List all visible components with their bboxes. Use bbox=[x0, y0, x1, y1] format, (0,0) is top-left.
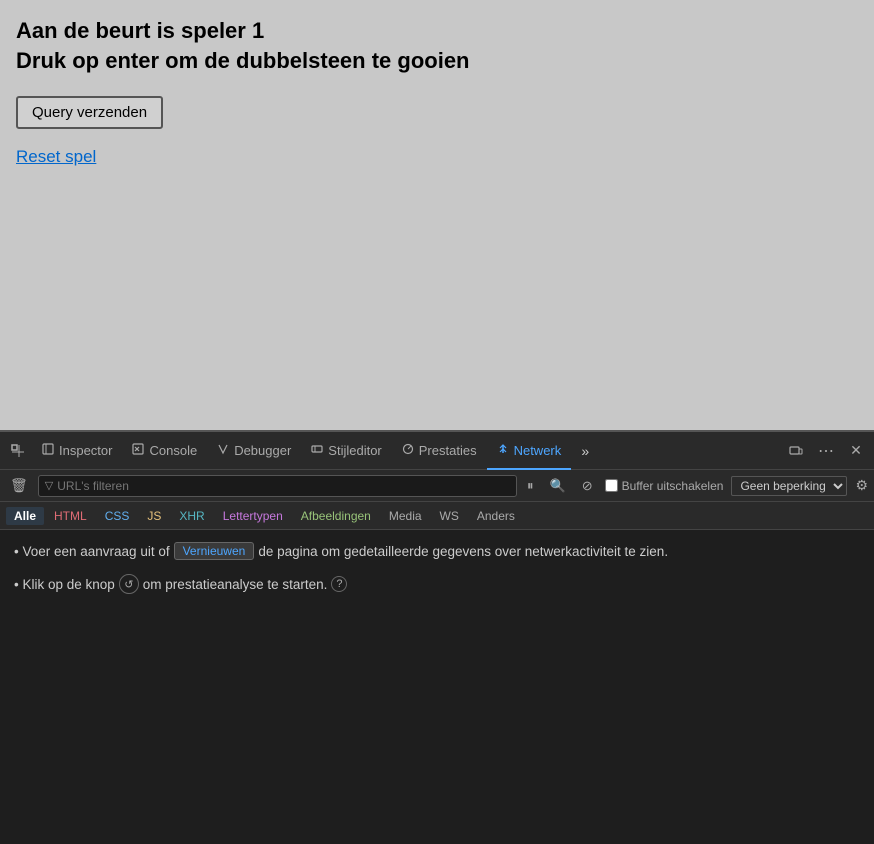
devtools-panel: Inspector Console Debugger bbox=[0, 430, 874, 844]
performance-start-icon: ↺ bbox=[119, 574, 139, 594]
filter-tab-all[interactable]: Alle bbox=[6, 507, 44, 525]
game-status-line1: Aan de beurt is speler 1 bbox=[16, 18, 858, 44]
info-line-2: • Klik op de knop ↺ om prestatieanalyse … bbox=[14, 574, 860, 594]
filter-tab-xhr[interactable]: XHR bbox=[171, 507, 212, 525]
main-content: Aan de beurt is speler 1 Druk op enter o… bbox=[0, 0, 874, 430]
filter-tab-css[interactable]: CSS bbox=[97, 507, 138, 525]
options-button[interactable]: ⋯ bbox=[812, 437, 840, 465]
more-tabs-button[interactable]: » bbox=[571, 437, 599, 465]
tab-inspector[interactable]: Inspector bbox=[32, 432, 122, 470]
picker-button[interactable] bbox=[4, 437, 32, 465]
help-icon[interactable]: ? bbox=[331, 576, 347, 592]
debugger-icon bbox=[217, 443, 229, 458]
url-filter-container: ▽ bbox=[38, 475, 517, 497]
clear-requests-button[interactable]: 🗑 bbox=[6, 475, 32, 496]
search-button[interactable]: 🔍 bbox=[546, 476, 570, 496]
info-line1-prefix: • Voer een aanvraag uit of bbox=[14, 544, 170, 559]
info-line-1: • Voer een aanvraag uit of Vernieuwen de… bbox=[14, 542, 860, 560]
filter-bar: 🗑 ▽ ⏸ 🔍 ⊘ Buffer uitschakelen Geen beper… bbox=[0, 470, 874, 502]
filter-tab-images[interactable]: Afbeeldingen bbox=[293, 507, 379, 525]
filter-tab-html[interactable]: HTML bbox=[46, 507, 95, 525]
devtools-toolbar: Inspector Console Debugger bbox=[0, 432, 874, 470]
query-verzenden-button[interactable]: Query verzenden bbox=[16, 96, 163, 129]
network-settings-button[interactable]: ⚙ bbox=[855, 477, 868, 494]
tab-style-editor-label: Stijleditor bbox=[328, 443, 381, 458]
style-editor-icon bbox=[311, 443, 323, 458]
close-devtools-button[interactable]: ✕ bbox=[842, 437, 870, 465]
options-icon: ⋯ bbox=[818, 441, 834, 461]
info-line2-prefix: • Klik op de knop bbox=[14, 577, 115, 592]
tab-debugger-label: Debugger bbox=[234, 443, 291, 458]
reset-spel-link[interactable]: Reset spel bbox=[16, 147, 858, 167]
tab-performance[interactable]: Prestaties bbox=[392, 432, 487, 470]
info-line2-suffix: om prestatieanalyse te starten. bbox=[143, 577, 328, 592]
filter-tab-fonts[interactable]: Lettertypen bbox=[215, 507, 291, 525]
tab-performance-label: Prestaties bbox=[419, 443, 477, 458]
filter-tab-media[interactable]: Media bbox=[381, 507, 430, 525]
inspector-icon bbox=[42, 443, 54, 458]
disable-cache-label[interactable]: Buffer uitschakelen bbox=[605, 479, 724, 493]
tab-network[interactable]: Netwerk bbox=[487, 432, 572, 470]
game-instruction-line2: Druk op enter om de dubbelsteen te gooie… bbox=[16, 48, 858, 74]
tab-style-editor[interactable]: Stijleditor bbox=[301, 432, 391, 470]
info-line1-suffix: de pagina om gedetailleerde gegevens ove… bbox=[258, 544, 668, 559]
filter-funnel-icon: ▽ bbox=[45, 479, 53, 492]
devtools-content: • Voer een aanvraag uit of Vernieuwen de… bbox=[0, 530, 874, 844]
filter-tab-ws[interactable]: WS bbox=[432, 507, 467, 525]
throttle-select[interactable]: Geen beperking GPRS Regulier 2G Goed 2G … bbox=[731, 476, 847, 496]
close-icon: ✕ bbox=[850, 442, 862, 459]
tab-inspector-label: Inspector bbox=[59, 443, 112, 458]
filter-tabs: Alle HTML CSS JS XHR Lettertypen Afbeeld… bbox=[0, 502, 874, 530]
tab-console[interactable]: Console bbox=[122, 432, 207, 470]
tab-network-label: Netwerk bbox=[514, 443, 562, 458]
performance-icon bbox=[402, 443, 414, 458]
buffer-label: Buffer uitschakelen bbox=[622, 479, 724, 493]
console-icon bbox=[132, 443, 144, 458]
tab-debugger[interactable]: Debugger bbox=[207, 432, 301, 470]
filter-tab-other[interactable]: Anders bbox=[469, 507, 523, 525]
tab-console-label: Console bbox=[149, 443, 197, 458]
toolbar-right-icons: ⋯ ✕ bbox=[782, 437, 870, 465]
filter-tab-js[interactable]: JS bbox=[139, 507, 169, 525]
filter-actions: ⏸ 🔍 ⊘ Buffer uitschakelen Geen beperking… bbox=[523, 476, 868, 496]
url-filter-input[interactable] bbox=[57, 479, 510, 493]
responsive-design-button[interactable] bbox=[782, 437, 810, 465]
vernieuwen-button[interactable]: Vernieuwen bbox=[174, 542, 255, 560]
block-url-button[interactable]: ⊘ bbox=[578, 476, 597, 496]
pause-recording-button[interactable]: ⏸ bbox=[523, 476, 538, 496]
network-icon bbox=[497, 443, 509, 458]
disable-cache-checkbox[interactable] bbox=[605, 479, 618, 492]
